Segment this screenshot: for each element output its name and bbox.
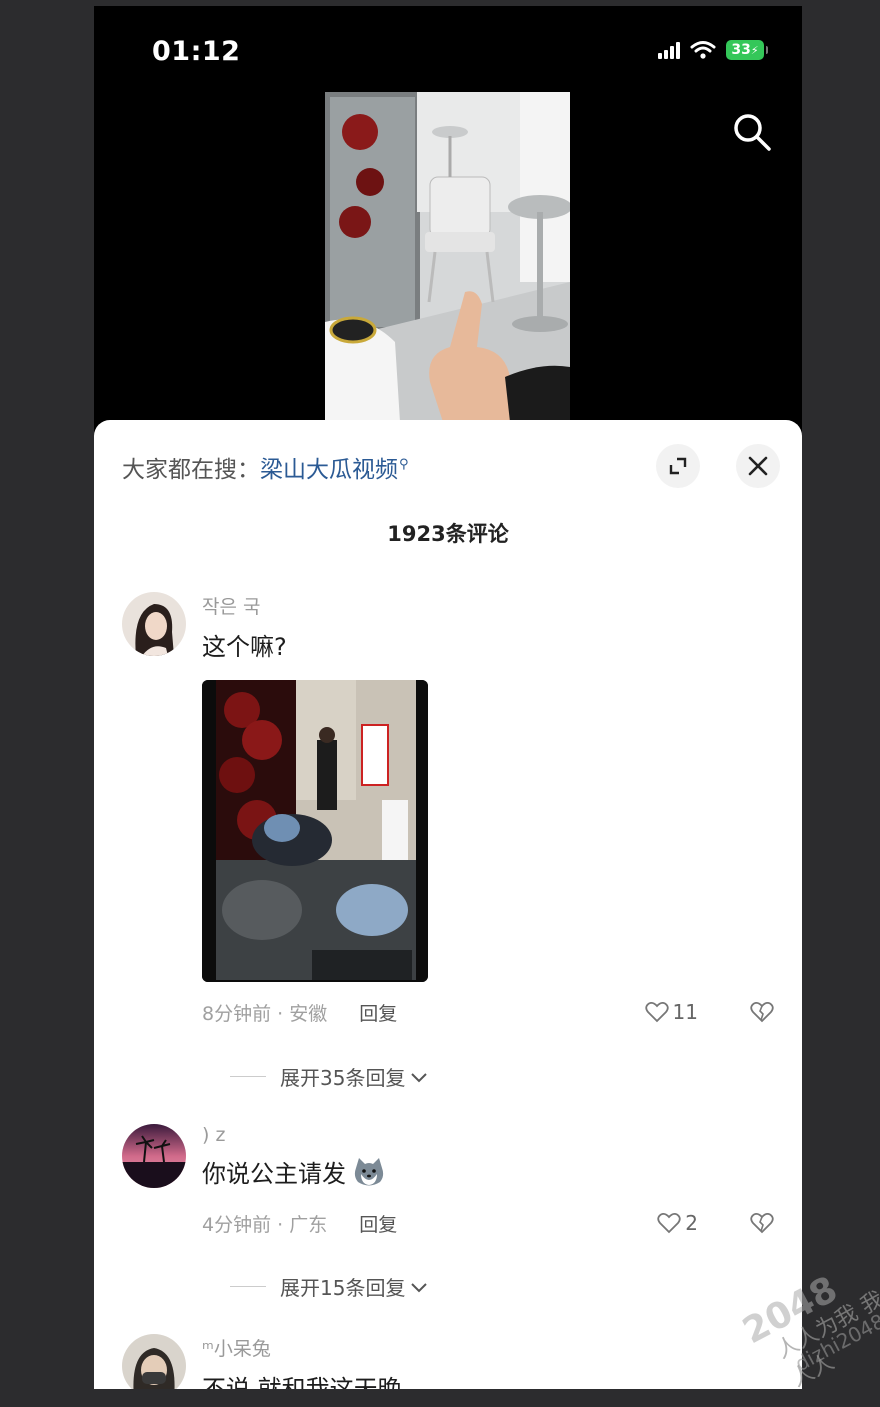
status-icons: 33 ⚡ <box>658 40 768 60</box>
comment-text-content: 你说公主请发 <box>202 1160 346 1188</box>
phone-screen: 01:12 33 ⚡ 大家都在搜：梁山大瓜视频⚲ 1923条评论 작은 국 这个… <box>94 6 802 1389</box>
avatar[interactable] <box>122 592 186 656</box>
battery-level: 33 <box>731 42 751 58</box>
comment-time-location: 4分钟前 · 广东 <box>202 1213 328 1236</box>
comment-item: ) z 你说公主请发 4分钟前 · 广东 回复 2 展开15条回复 <box>122 1124 774 1314</box>
video-frame-image <box>325 92 570 422</box>
avatar[interactable] <box>122 1334 186 1389</box>
comment-item: 작은 국 这个嘛? 8分钟前 · 安徽 回复 11 展开35条回复 <box>122 592 774 1112</box>
dog-emoji-icon <box>354 1157 384 1185</box>
comment-meta: 4分钟前 · 广东 回复 2 <box>202 1208 774 1238</box>
like-count: 2 <box>685 1211 698 1235</box>
expand-replies-button[interactable]: 展开15条回复 <box>230 1272 429 1301</box>
cellular-signal-icon <box>658 41 680 59</box>
avatar-image <box>122 1124 186 1188</box>
search-icon[interactable] <box>730 110 774 154</box>
comment-username[interactable]: 작은 국 <box>202 592 774 619</box>
like-count: 11 <box>672 1000 698 1024</box>
avatar[interactable] <box>122 1124 186 1188</box>
wifi-icon <box>690 41 716 59</box>
comment-time-location: 8分钟前 · 安徽 <box>202 1002 328 1025</box>
comment-username[interactable]: ) z <box>202 1124 774 1146</box>
broken-heart-icon[interactable] <box>750 1001 774 1023</box>
comment-count-title: 1923条评论 <box>387 522 509 546</box>
comment-text-content: 不说 就和我这天晚 <box>202 1375 402 1389</box>
reply-button[interactable]: 回复 <box>359 1210 397 1237</box>
battery-indicator: 33 ⚡ <box>726 40 768 60</box>
watermark-url: dizhi2048.com <box>791 1285 880 1377</box>
expand-button[interactable] <box>656 444 700 488</box>
video-preview[interactable] <box>325 92 570 422</box>
heart-icon <box>644 1002 669 1023</box>
comment-username[interactable]: ᵐ小呆兔 <box>202 1334 774 1361</box>
comment-text: 这个嘛? <box>202 627 774 662</box>
comment-image[interactable] <box>202 680 428 982</box>
comment-body: ) z 你说公主请发 <box>202 1124 774 1189</box>
like-button[interactable]: 2 <box>657 1211 698 1235</box>
heart-icon <box>657 1213 681 1234</box>
expand-icon <box>669 457 687 475</box>
charging-icon: ⚡ <box>750 43 759 57</box>
close-button[interactable] <box>736 444 780 488</box>
comment-body: ᵐ小呆兔 不说 就和我这天晚 <box>202 1334 774 1389</box>
comment-text: 你说公主请发 <box>202 1154 774 1189</box>
hot-search-link[interactable]: 梁山大瓜视频 <box>260 457 398 483</box>
broken-heart-icon[interactable] <box>750 1212 774 1234</box>
comment-meta: 8分钟前 · 安徽 回复 11 <box>202 997 774 1027</box>
comment-text-content: 这个嘛? <box>202 633 287 661</box>
comment-image-content <box>202 680 428 982</box>
comment-item: ᵐ小呆兔 不说 就和我这天晚 <box>122 1334 774 1389</box>
status-time: 01:12 <box>152 36 241 67</box>
chevron-down-icon <box>411 1282 428 1292</box>
hot-search-prefix: 大家都在搜： <box>122 457 260 483</box>
expand-replies-label: 展开15条回复 <box>280 1276 406 1300</box>
comment-sheet: 大家都在搜：梁山大瓜视频⚲ 1923条评论 작은 국 这个嘛? 8分钟前 · 安… <box>94 420 802 1389</box>
divider-line <box>230 1076 266 1077</box>
expand-replies-button[interactable]: 展开35条回复 <box>230 1062 429 1091</box>
expand-replies-label: 展开35条回复 <box>280 1066 406 1090</box>
comment-body: 작은 국 这个嘛? <box>202 592 774 662</box>
avatar-image <box>122 1334 186 1389</box>
divider-line <box>230 1286 266 1287</box>
hot-search-bar[interactable]: 大家都在搜：梁山大瓜视频⚲ <box>122 450 409 484</box>
search-small-icon: ⚲ <box>399 457 409 473</box>
like-button[interactable]: 11 <box>644 1000 698 1024</box>
close-icon <box>748 456 768 476</box>
chevron-down-icon <box>411 1072 428 1082</box>
comment-text: 不说 就和我这天晚 <box>202 1369 774 1389</box>
avatar-image <box>122 592 186 656</box>
reply-button[interactable]: 回复 <box>359 999 397 1026</box>
